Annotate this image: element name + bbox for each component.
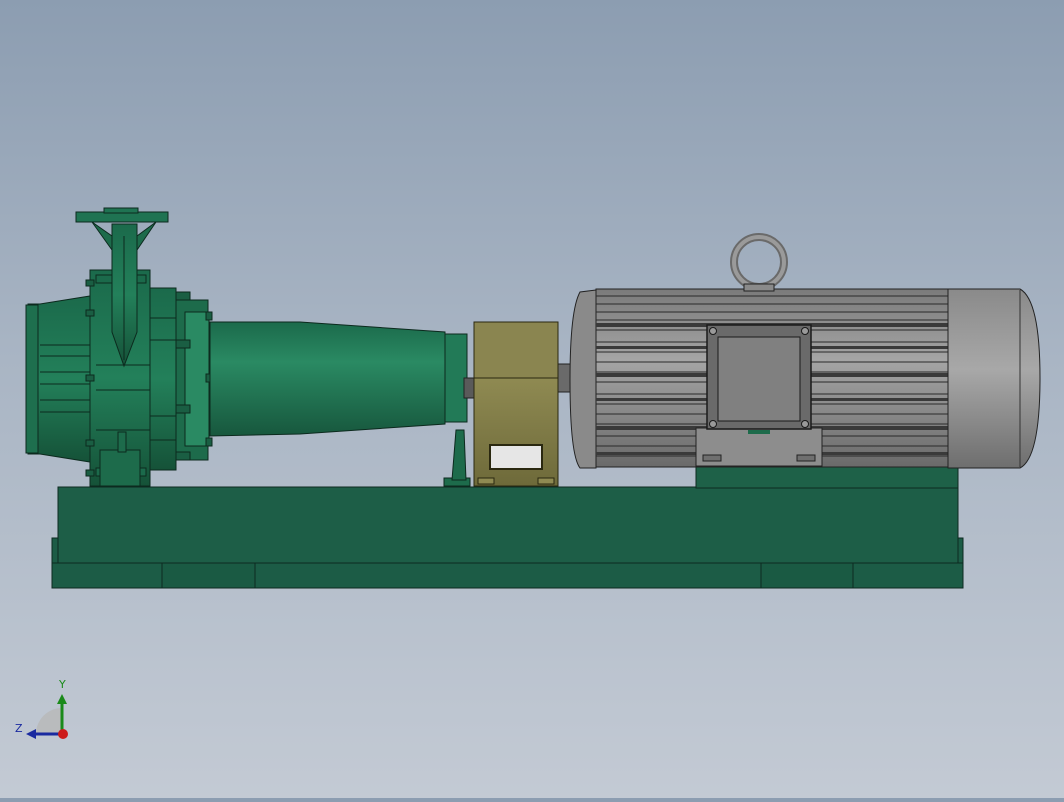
orientation-triad <box>26 694 68 739</box>
x-axis-dot <box>58 729 68 739</box>
graphics-viewport[interactable]: Y Z <box>0 0 1064 798</box>
motor-end-cap[interactable] <box>947 288 1041 469</box>
lifting-eye[interactable] <box>730 233 788 292</box>
coupling-guard[interactable] <box>473 321 559 487</box>
terminal-box[interactable] <box>706 324 812 434</box>
triad-y-label: Y <box>59 678 66 691</box>
suction-cone[interactable] <box>209 321 471 487</box>
triad-z-label: Z <box>15 722 23 735</box>
